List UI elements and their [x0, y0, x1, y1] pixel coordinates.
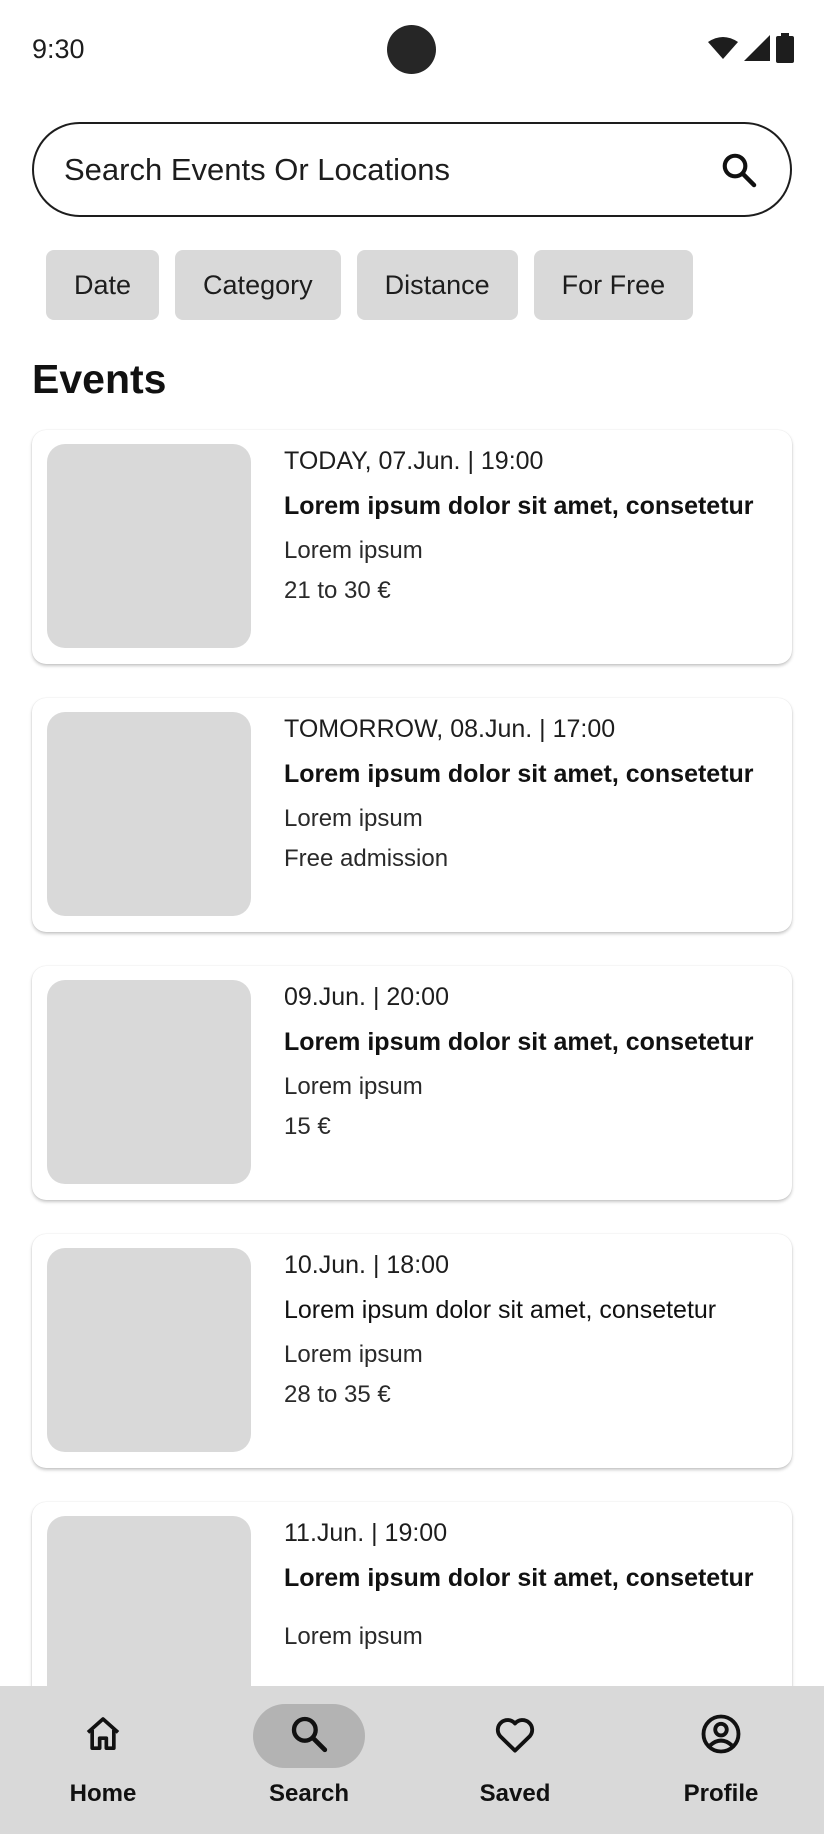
- nav-label: Search: [268, 1780, 350, 1807]
- event-price: Free admission: [284, 845, 449, 872]
- home-icon: [83, 1714, 123, 1759]
- event-date: 10.Jun. | 18:00: [284, 1251, 449, 1279]
- signal-icon: [744, 34, 770, 66]
- filter-chips: Date Category Distance For Free: [46, 250, 694, 320]
- event-image-placeholder: [47, 980, 251, 1184]
- event-details: TODAY, 07.Jun. | 19:00 Lorem ipsum dolor…: [284, 444, 764, 608]
- event-title: Lorem ipsum dolor sit amet, consetetur: [284, 1296, 717, 1324]
- event-day: 11.Jun.: [284, 1519, 365, 1547]
- event-title: Lorem ipsum dolor sit amet, consetetur: [284, 492, 754, 520]
- screen: 9:30 Date Category Distance For Free Eve…: [0, 0, 824, 1834]
- event-venue: Lorem ipsum: [284, 805, 423, 832]
- event-image-placeholder: [47, 1248, 251, 1452]
- event-date: 11.Jun. | 19:00: [284, 1519, 448, 1547]
- event-day: 10.Jun.: [284, 1251, 367, 1279]
- event-venue: Lorem ipsum: [284, 1073, 423, 1100]
- event-day: TODAY, 07.Jun.: [284, 447, 461, 475]
- page-title: Events: [32, 356, 167, 402]
- event-title: Lorem ipsum dolor sit amet, consetetur: [284, 1028, 754, 1056]
- event-date: 09.Jun. | 20:00: [284, 983, 449, 1011]
- nav-label: Profile: [683, 1780, 759, 1807]
- battery-icon: [776, 32, 794, 68]
- event-details: 09.Jun. | 20:00 Lorem ipsum dolor sit am…: [284, 980, 764, 1144]
- event-time: 17:00: [552, 715, 616, 743]
- event-price: 15 €: [284, 1113, 331, 1140]
- camera-cutout: [387, 25, 436, 74]
- filter-chip-category[interactable]: Category: [175, 250, 341, 320]
- event-title: Lorem ipsum dolor sit amet, consetetur: [284, 1564, 754, 1592]
- event-venue: Lorem ipsum: [284, 537, 423, 564]
- heart-icon: [494, 1714, 536, 1759]
- search-icon[interactable]: [718, 149, 760, 191]
- status-icons: [708, 32, 794, 66]
- nav-item-saved[interactable]: Saved: [412, 1686, 618, 1834]
- filter-chip-distance[interactable]: Distance: [356, 250, 518, 320]
- event-price: 21 to 30 €: [284, 577, 391, 604]
- event-time: 20:00: [386, 983, 449, 1011]
- nav-label: Saved: [479, 1780, 551, 1807]
- nav-icon-container: [253, 1704, 365, 1768]
- event-time: 19:00: [384, 1519, 448, 1547]
- event-venue: Lorem ipsum: [284, 1623, 423, 1650]
- event-details: 10.Jun. | 18:00 Lorem ipsum dolor sit am…: [284, 1248, 764, 1412]
- event-title: Lorem ipsum dolor sit amet, consetetur: [284, 760, 754, 788]
- event-card[interactable]: 10.Jun. | 18:00 Lorem ipsum dolor sit am…: [32, 1234, 792, 1468]
- bottom-nav: Home Search Saved Profile: [0, 1686, 824, 1834]
- nav-item-home[interactable]: Home: [0, 1686, 206, 1834]
- nav-item-profile[interactable]: Profile: [618, 1686, 824, 1834]
- event-day: 09.Jun.: [284, 983, 367, 1011]
- filter-chip-for-free[interactable]: For Free: [533, 250, 694, 320]
- event-card[interactable]: TODAY, 07.Jun. | 19:00 Lorem ipsum dolor…: [32, 430, 792, 664]
- search-input[interactable]: [64, 151, 718, 188]
- nav-label: Home: [69, 1780, 137, 1807]
- status-bar: 9:30: [0, 0, 824, 100]
- nav-icon-container: [459, 1704, 571, 1768]
- event-card[interactable]: TOMORROW, 08.Jun. | 17:00 Lorem ipsum do…: [32, 698, 792, 932]
- event-date: TOMORROW, 08.Jun. | 17:00: [284, 715, 616, 743]
- event-venue: Lorem ipsum: [284, 1341, 423, 1368]
- event-details: TOMORROW, 08.Jun. | 17:00 Lorem ipsum do…: [284, 712, 764, 876]
- filter-chip-date[interactable]: Date: [46, 250, 160, 320]
- event-image-placeholder: [47, 712, 251, 916]
- search-icon: [289, 1714, 329, 1759]
- nav-icon-container: [665, 1704, 777, 1768]
- event-image-placeholder: [47, 444, 251, 648]
- nav-icon-container: [47, 1704, 159, 1768]
- event-price: 28 to 35 €: [284, 1381, 391, 1408]
- event-date: TODAY, 07.Jun. | 19:00: [284, 447, 544, 475]
- nav-item-search[interactable]: Search: [206, 1686, 412, 1834]
- event-list: TODAY, 07.Jun. | 19:00 Lorem ipsum dolor…: [32, 430, 792, 1770]
- status-time: 9:30: [32, 34, 85, 64]
- event-details: 11.Jun. | 19:00 Lorem ipsum dolor sit am…: [284, 1516, 764, 1654]
- search-bar[interactable]: [32, 122, 792, 217]
- event-day: TOMORROW, 08.Jun.: [284, 715, 533, 743]
- event-time: 18:00: [386, 1251, 449, 1279]
- event-time: 19:00: [480, 447, 544, 475]
- profile-icon: [700, 1713, 742, 1760]
- wifi-icon: [708, 36, 738, 64]
- event-card[interactable]: 09.Jun. | 20:00 Lorem ipsum dolor sit am…: [32, 966, 792, 1200]
